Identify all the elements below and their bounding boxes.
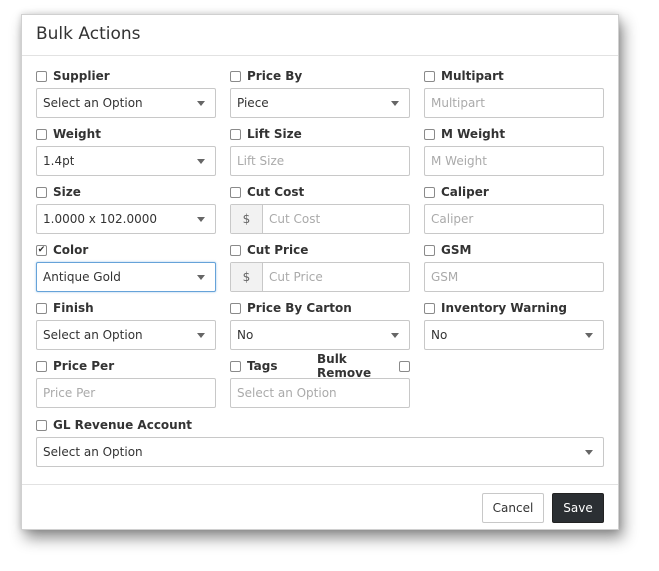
price-per-checkbox[interactable] [36, 360, 47, 372]
finish-label: Finish [53, 301, 94, 315]
caliper-field: Caliper Caliper [424, 183, 604, 234]
price-by-checkbox[interactable] [230, 70, 241, 82]
color-field: ✔ Color Antique Gold [36, 241, 216, 292]
supplier-select[interactable]: Select an Option [36, 88, 216, 118]
finish-field: Finish Select an Option [36, 299, 216, 350]
gsm-checkbox[interactable] [424, 244, 435, 256]
weight-label: Weight [53, 127, 101, 141]
dollar-addon: $ [231, 205, 263, 233]
chevron-down-icon [197, 333, 205, 338]
caliper-checkbox[interactable] [424, 186, 435, 198]
cut-price-input[interactable]: $ Cut Price [230, 262, 410, 292]
cut-cost-label: Cut Cost [247, 185, 305, 199]
size-checkbox[interactable] [36, 186, 47, 198]
cut-cost-input[interactable]: $ Cut Cost [230, 204, 410, 234]
gsm-field: GSM GSM [424, 241, 604, 292]
modal-footer: Cancel Save [22, 484, 618, 530]
cut-cost-checkbox[interactable] [230, 186, 241, 198]
chevron-down-icon [585, 333, 593, 338]
lift-size-checkbox[interactable] [230, 128, 241, 140]
price-per-label: Price Per [53, 359, 115, 373]
price-per-input[interactable]: Price Per [36, 378, 216, 408]
modal-title: Bulk Actions [36, 24, 141, 44]
caliper-label: Caliper [441, 185, 489, 199]
inventory-warning-field: Inventory Warning No [424, 299, 604, 350]
bulk-remove-checkbox[interactable] [399, 360, 410, 372]
inventory-warning-checkbox[interactable] [424, 302, 435, 314]
inventory-warning-select[interactable]: No [424, 320, 604, 350]
multipart-input[interactable]: Multipart [424, 88, 604, 118]
m-weight-label: M Weight [441, 127, 506, 141]
multipart-checkbox[interactable] [424, 70, 435, 82]
price-by-carton-label: Price By Carton [247, 301, 352, 315]
m-weight-checkbox[interactable] [424, 128, 435, 140]
m-weight-input[interactable]: M Weight [424, 146, 604, 176]
finish-select[interactable]: Select an Option [36, 320, 216, 350]
price-by-carton-checkbox[interactable] [230, 302, 241, 314]
chevron-down-icon [197, 217, 205, 222]
gl-revenue-account-checkbox[interactable] [36, 419, 47, 431]
price-per-field: Price Per Price Per [36, 357, 216, 408]
price-by-carton-select[interactable]: No [230, 320, 410, 350]
gl-revenue-account-select[interactable]: Select an Option [36, 437, 604, 467]
caliper-input[interactable]: Caliper [424, 204, 604, 234]
multipart-field: Multipart Multipart [424, 67, 604, 118]
size-select[interactable]: 1.0000 x 102.0000 [36, 204, 216, 234]
modal-body: Supplier Select an Option Price By Piece… [22, 56, 618, 484]
cancel-button[interactable]: Cancel [482, 493, 544, 523]
color-checkbox[interactable]: ✔ [36, 244, 47, 256]
inventory-warning-label: Inventory Warning [441, 301, 568, 315]
cut-price-label: Cut Price [247, 243, 309, 257]
tags-checkbox[interactable] [230, 360, 241, 372]
gl-revenue-account-field: GL Revenue Account Select an Option [36, 416, 604, 467]
size-label: Size [53, 185, 81, 199]
cut-cost-field: Cut Cost $ Cut Cost [230, 183, 410, 234]
cut-price-field: Cut Price $ Cut Price [230, 241, 410, 292]
m-weight-field: M Weight M Weight [424, 125, 604, 176]
weight-select[interactable]: 1.4pt [36, 146, 216, 176]
price-by-field: Price By Piece [230, 67, 410, 118]
dollar-addon: $ [231, 263, 263, 291]
size-field: Size 1.0000 x 102.0000 [36, 183, 216, 234]
chevron-down-icon [391, 101, 399, 106]
weight-checkbox[interactable] [36, 128, 47, 140]
color-select[interactable]: Antique Gold [36, 262, 216, 292]
tags-label: Tags [247, 359, 278, 373]
price-by-label: Price By [247, 69, 303, 83]
finish-checkbox[interactable] [36, 302, 47, 314]
price-by-carton-field: Price By Carton No [230, 299, 410, 350]
tags-input[interactable]: Select an Option [230, 378, 410, 408]
lift-size-input[interactable]: Lift Size [230, 146, 410, 176]
chevron-down-icon [585, 450, 593, 455]
cut-price-checkbox[interactable] [230, 244, 241, 256]
weight-field: Weight 1.4pt [36, 125, 216, 176]
chevron-down-icon [391, 333, 399, 338]
supplier-label: Supplier [53, 69, 110, 83]
bulk-remove-label: Bulk Remove [317, 352, 372, 380]
gsm-label: GSM [441, 243, 472, 257]
save-button[interactable]: Save [552, 493, 604, 523]
chevron-down-icon [197, 101, 205, 106]
lift-size-label: Lift Size [247, 127, 302, 141]
color-label: Color [53, 243, 89, 257]
modal-header: Bulk Actions [22, 15, 618, 56]
supplier-field: Supplier Select an Option [36, 67, 216, 118]
bulk-actions-modal: Bulk Actions Supplier Select an Option P… [21, 14, 619, 530]
supplier-checkbox[interactable] [36, 70, 47, 82]
chevron-down-icon [197, 275, 205, 280]
chevron-down-icon [197, 159, 205, 164]
tags-field: Tags Bulk Remove Select an Option [230, 352, 410, 408]
multipart-label: Multipart [441, 69, 504, 83]
price-by-select[interactable]: Piece [230, 88, 410, 118]
gl-revenue-account-label: GL Revenue Account [53, 418, 192, 432]
bulk-remove: Bulk Remove [317, 352, 410, 380]
gsm-input[interactable]: GSM [424, 262, 604, 292]
lift-size-field: Lift Size Lift Size [230, 125, 410, 176]
